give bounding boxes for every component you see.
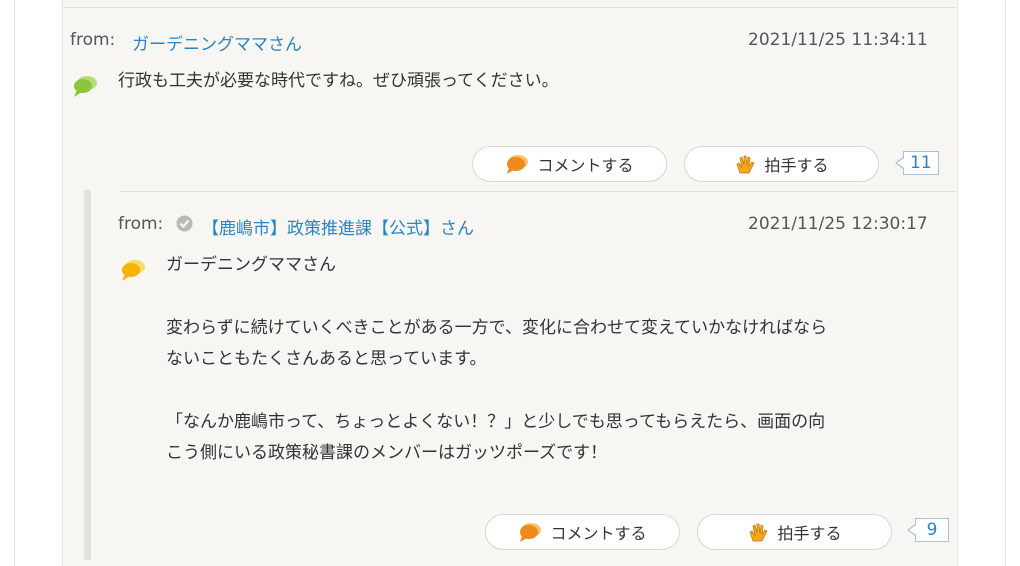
reply-text-line: ないこともたくさんあると思っています。: [166, 349, 487, 369]
divider: [120, 191, 958, 192]
reply-timestamp: 2021/11/25 12:30:17: [748, 214, 928, 234]
speech-bubble-icon: [72, 74, 98, 102]
reply-author-link[interactable]: 【鹿嶋市】政策推進課【公式】さん: [202, 214, 474, 239]
reply-text-line: 変わらずに続けていくべきことがある一方で、変化に合わせて変えていかなければなら: [166, 318, 828, 338]
comment-button-label: コメントする: [550, 524, 647, 543]
comment-button-label: コメントする: [537, 156, 634, 175]
reply-indent-bar: [84, 190, 91, 560]
clapping-hand-icon: [750, 523, 768, 542]
comment-button[interactable]: コメントする: [472, 146, 667, 182]
clap-count-badge: 11: [895, 151, 939, 175]
speech-bubble-icon: [120, 258, 146, 286]
comment-text: 行政も工夫が必要な時代ですね。ぜひ頑張ってください。: [118, 71, 559, 91]
comment-button[interactable]: コメントする: [485, 514, 680, 550]
clap-button[interactable]: 拍手する: [684, 146, 879, 182]
clap-count-badge: 9: [907, 518, 949, 542]
comment-author-link[interactable]: ガーデニングママさん: [132, 30, 302, 55]
comment-timestamp: 2021/11/25 11:34:11: [748, 30, 928, 50]
from-label: from:: [118, 214, 164, 234]
verified-check-icon: [176, 215, 193, 236]
clapping-hand-icon: [737, 155, 755, 174]
clap-button[interactable]: 拍手する: [697, 514, 892, 550]
comment-bubble-icon: [507, 155, 529, 174]
clap-button-label: 拍手する: [764, 156, 829, 175]
reply-text-line: こう側にいる政策秘書課のメンバーはガッツポーズです！: [166, 443, 608, 463]
divider: [62, 7, 958, 8]
from-label: from:: [70, 30, 116, 50]
comment-bubble-icon: [520, 523, 542, 542]
reply-addressee: ガーデニングママさん: [166, 255, 336, 275]
reply-text-line: 「なんか鹿嶋市って、ちょっとよくない！？」と少しでも思ってもらえたら、画面の向: [166, 412, 826, 432]
clap-button-label: 拍手する: [777, 524, 842, 543]
